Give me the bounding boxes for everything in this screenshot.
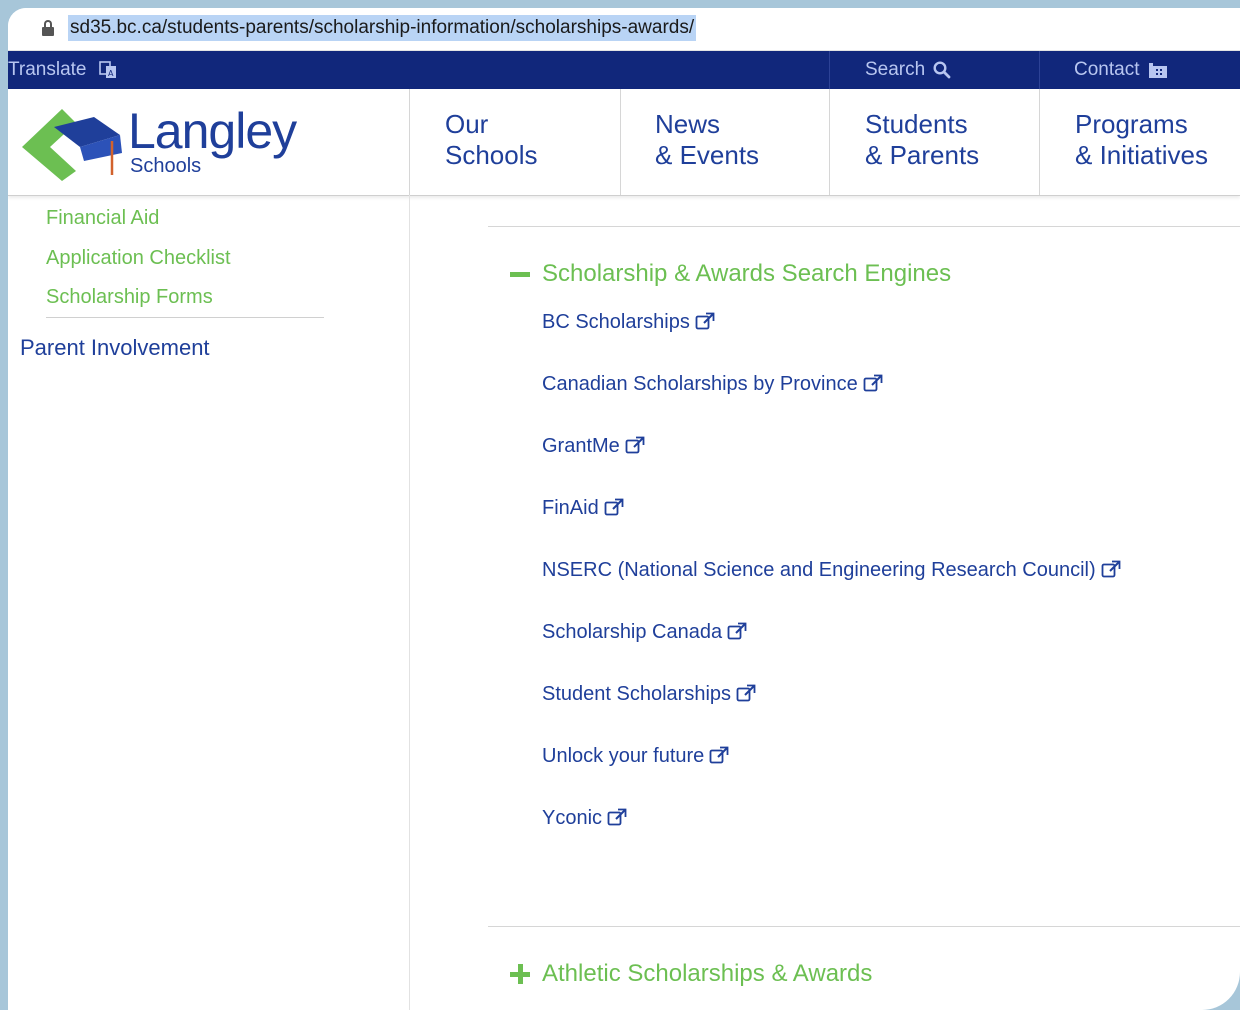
external-link[interactable]: Unlock your future <box>542 745 729 770</box>
nav-label: News <box>655 109 721 139</box>
collapse-icon[interactable] <box>510 272 530 277</box>
external-link-icon <box>1101 560 1121 584</box>
accordion-athletic-title[interactable]: Athletic Scholarships & Awards <box>542 960 872 988</box>
nav-label: & Initiatives <box>1075 140 1208 170</box>
svg-text:A: A <box>108 69 114 78</box>
external-link-label: GrantMe <box>542 435 620 457</box>
external-link[interactable]: BC Scholarships <box>542 311 715 336</box>
translate-label: Translate <box>8 59 87 80</box>
external-link-label: BC Scholarships <box>542 311 690 333</box>
search-link[interactable]: Search <box>865 51 951 89</box>
langley-schools-logo[interactable]: Langley Schools <box>20 103 310 183</box>
external-link-label: Student Scholarships <box>542 683 732 705</box>
main-content: Scholarship & Awards Search Engines BC S… <box>410 195 1240 1010</box>
nav-label: Our <box>445 109 489 139</box>
external-link-icon <box>625 436 645 460</box>
external-link[interactable]: Canadian Scholarships by Province <box>542 373 883 398</box>
contact-label: Contact <box>1074 59 1140 80</box>
sidebar-item-scholarship-forms[interactable]: Scholarship Forms <box>46 286 213 309</box>
external-link[interactable]: Student Scholarships <box>542 683 756 708</box>
external-link-label: Scholarship Canada <box>542 621 723 643</box>
contact-link[interactable]: Contact <box>1074 51 1168 89</box>
browser-viewport: sd35.bc.ca/students-parents/scholarship-… <box>8 8 1240 1010</box>
address-bar[interactable]: sd35.bc.ca/students-parents/scholarship-… <box>8 8 1240 51</box>
external-link-label: FinAid <box>542 497 599 519</box>
sidebar: Financial Aid Application Checklist Scho… <box>8 195 410 1010</box>
nav-programs-initiatives[interactable]: Programs & Initiatives <box>1075 109 1208 171</box>
nav-news-events[interactable]: News & Events <box>655 109 759 171</box>
search-label: Search <box>865 59 926 80</box>
external-link-label: Unlock your future <box>542 745 705 767</box>
external-link[interactable]: Yconic <box>542 807 627 832</box>
url-text[interactable]: sd35.bc.ca/students-parents/scholarship-… <box>68 15 697 41</box>
logo-subtitle: Schools <box>130 155 202 177</box>
phone-icon <box>1148 62 1167 78</box>
external-link[interactable]: GrantMe <box>542 435 645 460</box>
external-link[interactable]: NSERC (National Science and Engineering … <box>542 559 1121 584</box>
site-header: Langley Schools Our Schools News & Event… <box>8 89 1240 196</box>
nav-label: Programs <box>1075 109 1188 139</box>
nav-label: & Parents <box>865 140 980 170</box>
accordion-search-engines-title[interactable]: Scholarship & Awards Search Engines <box>542 260 951 288</box>
external-link[interactable]: FinAid <box>542 497 624 522</box>
external-link-label: Canadian Scholarships by Province <box>542 373 858 395</box>
external-link-label: NSERC (National Science and Engineering … <box>542 559 1096 581</box>
external-link-icon <box>727 622 747 646</box>
external-link[interactable]: Scholarship Canada <box>542 621 747 646</box>
nav-label: Schools <box>445 140 538 170</box>
sidebar-item-financial-aid[interactable]: Financial Aid <box>46 207 159 230</box>
external-link-icon <box>604 498 624 522</box>
expand-icon[interactable] <box>518 964 523 984</box>
external-link-icon <box>863 374 883 398</box>
nav-label: & Events <box>655 140 760 170</box>
logo-name: Langley <box>128 103 297 159</box>
nav-our-schools[interactable]: Our Schools <box>445 109 538 171</box>
section-divider <box>488 926 1240 927</box>
external-link-icon <box>709 746 729 770</box>
nav-label: Students <box>865 109 968 139</box>
utility-bar: Translate A Search Contact <box>8 51 1240 89</box>
sidebar-divider <box>46 317 324 318</box>
search-icon <box>933 61 951 79</box>
section-divider <box>488 226 1240 227</box>
sidebar-item-parent-involvement[interactable]: Parent Involvement <box>20 335 210 361</box>
nav-students-parents[interactable]: Students & Parents <box>865 109 979 171</box>
external-link-icon <box>607 808 627 832</box>
external-link-icon <box>695 312 715 336</box>
sidebar-item-application-checklist[interactable]: Application Checklist <box>46 247 231 270</box>
translate-link[interactable]: Translate A <box>8 51 118 89</box>
lock-icon <box>42 20 54 36</box>
translate-icon: A <box>98 61 116 78</box>
external-link-label: Yconic <box>542 807 603 829</box>
external-link-icon <box>736 684 756 708</box>
